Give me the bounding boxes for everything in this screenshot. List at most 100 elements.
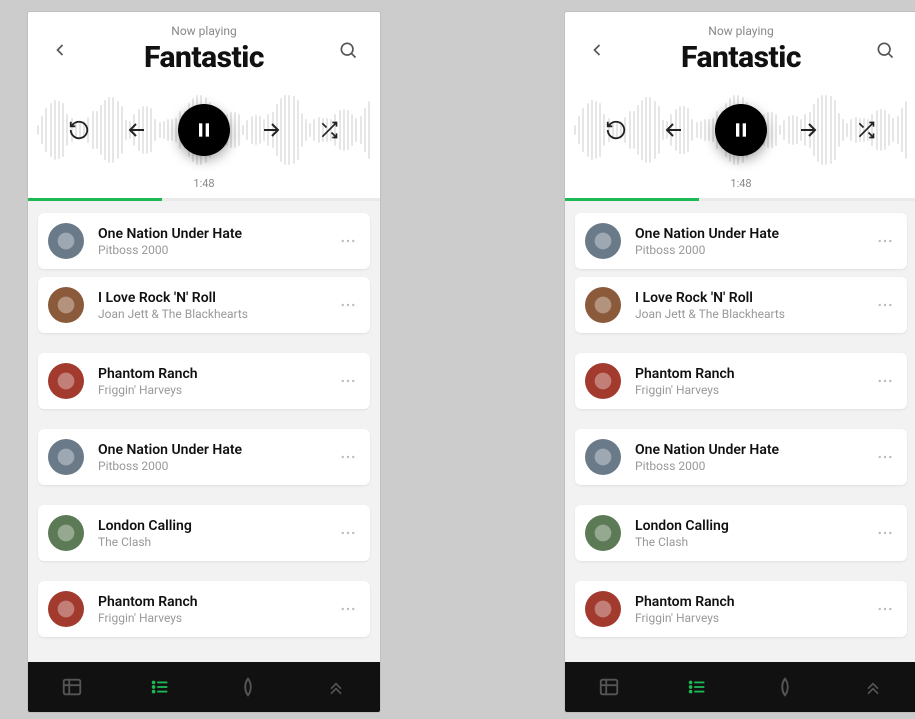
playlist-row[interactable]: One Nation Under HatePitboss 2000	[575, 213, 907, 269]
more-button[interactable]	[334, 367, 362, 395]
shuffle-button[interactable]	[848, 112, 884, 148]
more-icon	[876, 296, 894, 314]
playlist[interactable]: One Nation Under HatePitboss 2000I Love …	[565, 201, 915, 662]
rewind-button[interactable]	[61, 112, 97, 148]
row-artist: Pitboss 2000	[98, 459, 334, 473]
tab-up[interactable]	[853, 667, 893, 707]
row-title: Phantom Ranch	[98, 594, 334, 610]
playlist-row[interactable]: One Nation Under HatePitboss 2000	[38, 429, 370, 485]
more-icon	[339, 232, 357, 250]
playlist[interactable]: One Nation Under HatePitboss 2000I Love …	[28, 201, 380, 662]
more-button[interactable]	[334, 443, 362, 471]
row-artist: The Clash	[98, 535, 334, 549]
track-title: Fantastic	[144, 40, 264, 75]
row-title: One Nation Under Hate	[98, 226, 334, 242]
row-gap	[575, 341, 907, 353]
more-icon	[339, 372, 357, 390]
more-icon	[339, 524, 357, 542]
row-meta: London CallingThe Clash	[98, 518, 334, 549]
album-art	[48, 363, 84, 399]
more-button[interactable]	[334, 227, 362, 255]
back-button[interactable]	[44, 34, 76, 66]
now-playing-label: Now playing	[144, 24, 264, 38]
tab-playlist[interactable]	[140, 667, 180, 707]
row-title: I Love Rock 'N' Roll	[98, 290, 334, 306]
progress-fill	[28, 198, 162, 201]
more-icon	[876, 448, 894, 466]
next-button[interactable]	[253, 112, 289, 148]
tab-library[interactable]	[52, 667, 92, 707]
more-button[interactable]	[334, 291, 362, 319]
waveform-area	[565, 85, 915, 175]
more-icon	[876, 232, 894, 250]
next-button[interactable]	[790, 112, 826, 148]
more-icon	[339, 600, 357, 618]
row-meta: London CallingThe Clash	[635, 518, 871, 549]
playlist-row[interactable]: One Nation Under HatePitboss 2000	[38, 213, 370, 269]
album-art	[585, 591, 621, 627]
tab-discover[interactable]	[228, 667, 268, 707]
row-title: Phantom Ranch	[635, 594, 871, 610]
album-art	[585, 223, 621, 259]
playlist-row[interactable]: Phantom RanchFriggin' Harveys	[38, 353, 370, 409]
shuffle-button[interactable]	[311, 112, 347, 148]
row-title: One Nation Under Hate	[635, 442, 871, 458]
row-artist: Friggin' Harveys	[635, 383, 871, 397]
row-title: Phantom Ranch	[635, 366, 871, 382]
row-artist: Pitboss 2000	[635, 243, 871, 257]
row-meta: Phantom RanchFriggin' Harveys	[98, 366, 334, 397]
device-right: Mobile Now Playing Now playing Fantastic	[565, 12, 915, 712]
topbar: Now playing Fantastic	[28, 12, 380, 75]
prev-button[interactable]	[119, 112, 155, 148]
row-artist: Pitboss 2000	[635, 459, 871, 473]
tab-library[interactable]	[589, 667, 629, 707]
playlist-row[interactable]: London CallingThe Clash	[575, 505, 907, 561]
row-title: London Calling	[98, 518, 334, 534]
playlist-row[interactable]: Phantom RanchFriggin' Harveys	[575, 353, 907, 409]
playlist-row[interactable]: One Nation Under HatePitboss 2000	[575, 429, 907, 485]
row-gap	[575, 417, 907, 429]
more-button[interactable]	[871, 291, 899, 319]
tab-playlist[interactable]	[677, 667, 717, 707]
more-button[interactable]	[871, 519, 899, 547]
more-button[interactable]	[871, 227, 899, 255]
row-gap	[575, 493, 907, 505]
row-meta: I Love Rock 'N' RollJoan Jett & The Blac…	[635, 290, 871, 321]
album-art	[48, 515, 84, 551]
rewind-button[interactable]	[598, 112, 634, 148]
progress-bar[interactable]	[28, 198, 380, 201]
playlist-row[interactable]: I Love Rock 'N' RollJoan Jett & The Blac…	[575, 277, 907, 333]
more-icon	[876, 524, 894, 542]
tab-up[interactable]	[316, 667, 356, 707]
play-pause-button[interactable]	[715, 104, 767, 156]
timecode: 1:48	[565, 175, 915, 198]
more-button[interactable]	[871, 367, 899, 395]
more-button[interactable]	[871, 443, 899, 471]
pause-icon	[731, 120, 751, 140]
more-button[interactable]	[871, 595, 899, 623]
waveform-area	[28, 85, 380, 175]
search-button[interactable]	[869, 34, 901, 66]
back-button[interactable]	[581, 34, 613, 66]
play-pause-button[interactable]	[178, 104, 230, 156]
playlist-row[interactable]: Phantom RanchFriggin' Harveys	[38, 581, 370, 637]
row-title: One Nation Under Hate	[635, 226, 871, 242]
more-button[interactable]	[334, 595, 362, 623]
row-meta: One Nation Under HatePitboss 2000	[635, 226, 871, 257]
album-art	[585, 515, 621, 551]
row-artist: Friggin' Harveys	[635, 611, 871, 625]
progress-bar[interactable]	[565, 198, 915, 201]
playlist-row[interactable]: Phantom RanchFriggin' Harveys	[575, 581, 907, 637]
row-meta: I Love Rock 'N' RollJoan Jett & The Blac…	[98, 290, 334, 321]
more-button[interactable]	[334, 519, 362, 547]
playlist-row[interactable]: I Love Rock 'N' RollJoan Jett & The Blac…	[38, 277, 370, 333]
track-title: Fantastic	[681, 40, 801, 75]
prev-button[interactable]	[656, 112, 692, 148]
now-playing-label: Now playing	[681, 24, 801, 38]
playback-controls	[28, 85, 380, 175]
tab-discover[interactable]	[765, 667, 805, 707]
playlist-row[interactable]: London CallingThe Clash	[38, 505, 370, 561]
progress-fill	[565, 198, 699, 201]
topbar: Now playing Fantastic	[565, 12, 915, 75]
search-button[interactable]	[332, 34, 364, 66]
